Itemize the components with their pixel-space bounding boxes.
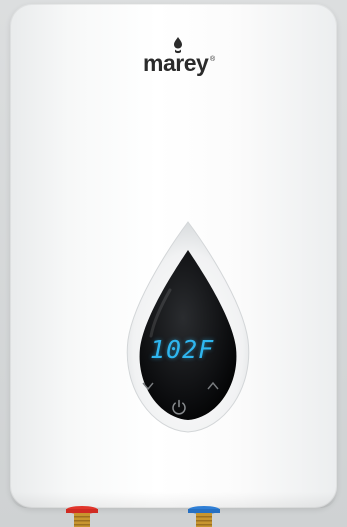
product-photo: marey ® 102F — [0, 0, 347, 527]
temperature-up-button[interactable] — [205, 379, 221, 393]
chevron-down-icon — [142, 382, 154, 391]
hot-water-fitting — [66, 506, 98, 527]
temperature-down-button[interactable] — [140, 379, 156, 393]
brand-name: marey — [143, 50, 209, 76]
temperature-display: 102F — [150, 335, 215, 364]
power-button[interactable] — [170, 398, 188, 416]
registered-mark: ® — [210, 56, 216, 63]
control-panel — [126, 221, 250, 433]
brand-logo: marey ® — [143, 36, 215, 82]
chevron-up-icon — [207, 381, 219, 390]
heater-bottom-edge — [10, 492, 337, 508]
power-icon — [172, 399, 186, 415]
cold-water-fitting — [188, 506, 220, 527]
